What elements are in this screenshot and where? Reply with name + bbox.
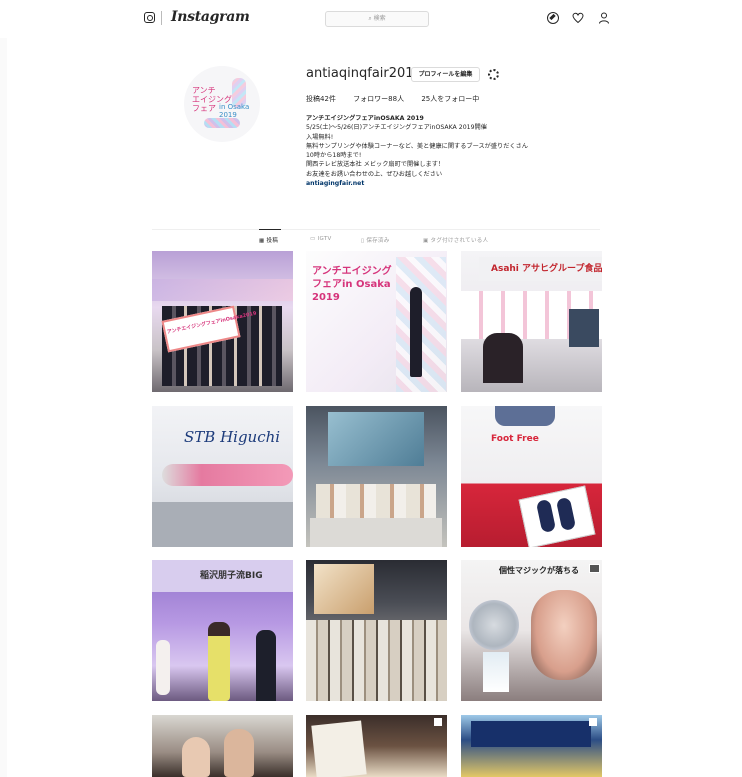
avatar-subtitle: in Osaka 2019 — [219, 103, 250, 119]
post-thumbnail[interactable]: 個性マジックが落ちる — [461, 560, 602, 701]
paper-card — [311, 720, 367, 777]
product-device — [162, 464, 293, 486]
search-placeholder: 検索 — [373, 15, 386, 22]
avatar-decoration-bottom — [204, 118, 240, 128]
post-caption: 個性マジックが落ちる — [499, 566, 579, 575]
search-input[interactable]: ⌕ 検索 — [325, 11, 429, 27]
post-thumbnail[interactable]: Asahi アサヒグループ食品 — [461, 251, 602, 392]
person-face — [224, 729, 254, 777]
bio-line: 5/25(土)～5/26(日)アンチエイジングフェアinOSAKA 2019開催 — [306, 124, 487, 132]
tabs-divider — [152, 229, 600, 230]
post-caption: Asahi アサヒグループ食品 — [491, 264, 602, 274]
bio-line: 無料サンプリングや体験コーナーなど、美と健康に関するブースが盛りだくさん — [306, 142, 528, 150]
model-face — [531, 590, 597, 680]
banner — [471, 721, 591, 747]
profile-username: antiaqinqfair2019 — [306, 66, 422, 81]
bio-website-link[interactable]: antiagingfair.net — [306, 179, 606, 188]
water-spray — [483, 652, 509, 692]
nav-divider — [161, 11, 162, 25]
heart-icon[interactable] — [572, 12, 584, 24]
person-face — [182, 737, 210, 777]
post-thumbnail[interactable] — [306, 406, 447, 547]
tab-saved[interactable]: ▯ 保存済み — [361, 236, 390, 244]
post-thumbnail[interactable]: STB Higuchi — [152, 406, 293, 547]
bio-line: お友達をお誘い合わせの上、ぜひお越しください — [306, 170, 443, 178]
profile-bio: アンチエイジングフェアinOSAKA 2019 5/25(土)～5/26(日)ア… — [306, 114, 606, 188]
multi-photo-icon — [589, 718, 597, 726]
bio-line: 入場無料! — [306, 133, 334, 141]
bio-name: アンチエイジングフェアinOSAKA 2019 — [306, 115, 424, 122]
letter-blocks — [310, 518, 442, 547]
monitor — [569, 309, 599, 347]
post-thumbnail[interactable]: 稲沢朋子流BIG — [152, 560, 293, 701]
following-count[interactable]: 25人をフォロー中 — [421, 95, 479, 103]
post-thumbnail[interactable]: Foot Free — [461, 406, 602, 547]
model-figure — [410, 287, 422, 377]
product-box — [518, 485, 596, 547]
product-display-rack — [306, 620, 447, 701]
profile-avatar[interactable]: アンチ エイジング フェア in Osaka 2019 — [184, 66, 260, 142]
display-screen — [328, 412, 424, 466]
followers-count[interactable]: フォロワー88人 — [353, 95, 404, 103]
tab-igtv[interactable]: ▭ IGTV — [310, 236, 332, 242]
poster — [314, 564, 374, 614]
bio-line: 10時から18時まで! — [306, 152, 362, 160]
posts-count: 投稿42件 — [306, 95, 336, 103]
edit-profile-button[interactable]: プロフィールを編集 — [411, 67, 480, 82]
stage-banner — [152, 279, 293, 301]
video-icon — [589, 564, 600, 573]
post-caption: STB Higuchi — [184, 428, 281, 446]
grid-icon: ▦ — [259, 238, 267, 244]
post-caption: アンチエイジングフェアin Osaka 2019 — [312, 266, 392, 303]
bio-line: 関西テレビ放送本社 メビック扇町で開催します！ — [306, 161, 445, 169]
shower-head — [469, 600, 519, 650]
post-thumbnail[interactable] — [306, 560, 447, 701]
active-tab-indicator — [259, 229, 281, 230]
tv-icon: ▭ — [310, 236, 318, 242]
post-thumbnail[interactable]: アンチエイジングフェアinOsaka2019 — [152, 251, 293, 392]
profile-stats: 投稿42件 フォロワー88人 25人をフォロー中 — [306, 94, 494, 104]
speaker-yellow-dress — [208, 622, 230, 701]
instagram-logo[interactable]: Instagram — [171, 9, 250, 25]
speaker-suit — [256, 630, 276, 701]
post-thumbnail[interactable] — [461, 715, 602, 777]
post-thumbnail[interactable] — [152, 715, 293, 777]
staff-figure — [483, 333, 523, 383]
tab-posts[interactable]: ▦ 投稿 — [259, 236, 278, 244]
post-thumbnail[interactable] — [306, 715, 447, 777]
multi-photo-icon — [434, 718, 442, 726]
counter — [152, 502, 293, 547]
insole-display — [495, 406, 555, 426]
post-caption: Foot Free — [491, 434, 539, 444]
post-caption: 稲沢朋子流BIG — [200, 571, 263, 581]
explore-compass-icon[interactable] — [547, 12, 559, 24]
camera-icon[interactable] — [144, 12, 155, 23]
top-nav: Instagram ⌕ 検索 — [0, 0, 742, 38]
profile-person-icon[interactable] — [598, 12, 610, 24]
tag-icon: ▣ — [423, 238, 431, 244]
post-thumbnail[interactable]: アンチエイジングフェアin Osaka 2019 — [306, 251, 447, 392]
settings-gear-icon[interactable] — [488, 69, 499, 80]
tab-tagged[interactable]: ▣ タグ付けされている人 — [423, 236, 488, 244]
speaker-left — [156, 640, 170, 695]
